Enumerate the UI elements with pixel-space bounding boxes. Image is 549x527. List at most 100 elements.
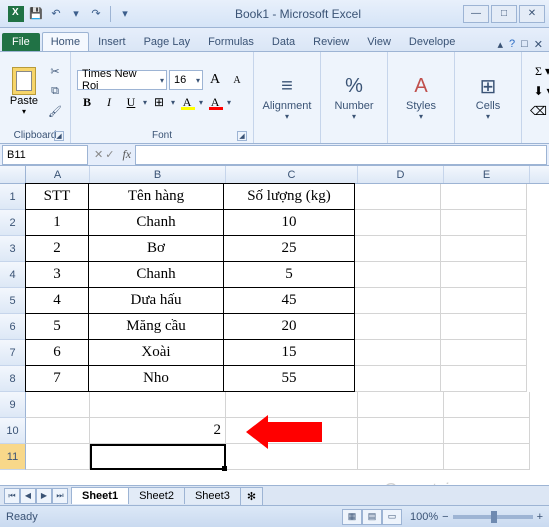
cell[interactable]: STT [25, 183, 89, 210]
cell[interactable]: 6 [25, 339, 89, 366]
alignment-button[interactable]: ≡Alignment▾ [260, 67, 314, 127]
styles-button[interactable]: AStyles▾ [394, 67, 448, 127]
tab-data[interactable]: Data [263, 32, 304, 51]
col-header-c[interactable]: C [226, 166, 358, 183]
cell[interactable]: 55 [223, 365, 355, 392]
paste-button[interactable]: Paste ▾ [6, 61, 42, 121]
number-button[interactable]: %Number▾ [327, 67, 381, 127]
clear-button[interactable]: ⌫ ▾ [528, 101, 549, 121]
cell[interactable] [355, 314, 441, 340]
mdi-close-icon[interactable]: ✕ [534, 38, 543, 51]
cell[interactable] [355, 210, 441, 236]
cell[interactable] [358, 392, 444, 418]
grow-font-button[interactable]: A [205, 70, 225, 90]
select-all[interactable] [0, 166, 26, 183]
autosum-button[interactable]: Σ ▾ [528, 61, 549, 81]
row-header[interactable]: 2 [0, 210, 26, 236]
cell[interactable]: Tên hàng [88, 183, 224, 210]
dialog-launcher[interactable]: ◢ [237, 131, 247, 141]
minimize-button[interactable]: — [463, 5, 489, 23]
qat-customize[interactable]: ▾ [117, 6, 133, 22]
row-header[interactable]: 4 [0, 262, 26, 288]
cell[interactable] [441, 288, 527, 314]
row-header[interactable]: 7 [0, 340, 26, 366]
tab-developer[interactable]: Develope [400, 32, 464, 51]
fill-color-button[interactable]: A [177, 92, 197, 112]
row-header[interactable]: 8 [0, 366, 26, 392]
cell[interactable]: 10 [223, 209, 355, 236]
close-button[interactable]: ✕ [519, 5, 545, 23]
row-header[interactable]: 5 [0, 288, 26, 314]
cell[interactable] [358, 444, 444, 470]
col-header-b[interactable]: B [90, 166, 226, 183]
dropdown-icon[interactable]: ▾ [68, 6, 84, 22]
cell[interactable] [26, 392, 90, 418]
cell[interactable]: 5 [223, 261, 355, 288]
row-header[interactable]: 1 [0, 184, 26, 210]
tab-home[interactable]: Home [42, 32, 89, 51]
cell[interactable] [355, 288, 441, 314]
cell[interactable] [355, 184, 441, 210]
cell[interactable] [355, 366, 441, 392]
cell[interactable]: Nho [88, 365, 224, 392]
cell[interactable]: 45 [223, 287, 355, 314]
save-button[interactable]: 💾 [28, 6, 44, 22]
cell[interactable] [441, 366, 527, 392]
undo-button[interactable]: ↶ [48, 6, 64, 22]
normal-view-button[interactable]: ▦ [342, 509, 362, 525]
tab-nav-last[interactable]: ⏭ [52, 488, 68, 504]
cut-button[interactable]: ✂ [46, 62, 64, 80]
col-header-a[interactable]: A [26, 166, 90, 183]
border-button[interactable]: ⊞ [149, 92, 169, 112]
cell[interactable] [441, 262, 527, 288]
tab-nav-next[interactable]: ▶ [36, 488, 52, 504]
help-icon[interactable]: ? [509, 38, 515, 51]
formula-bar[interactable] [135, 145, 547, 165]
tab-formulas[interactable]: Formulas [199, 32, 263, 51]
row-header[interactable]: 3 [0, 236, 26, 262]
cell[interactable] [358, 418, 444, 444]
format-painter-button[interactable]: 🖌 [46, 102, 64, 120]
cell[interactable]: Chanh [88, 209, 224, 236]
col-header-e[interactable]: E [444, 166, 530, 183]
page-break-view-button[interactable]: ▭ [382, 509, 402, 525]
zoom-in-button[interactable]: + [537, 511, 543, 523]
row-header[interactable]: 11 [0, 444, 26, 470]
cell[interactable]: 20 [223, 313, 355, 340]
cell[interactable] [441, 340, 527, 366]
row-header[interactable]: 9 [0, 392, 26, 418]
shrink-font-button[interactable]: A [227, 70, 247, 90]
cell[interactable]: 15 [223, 339, 355, 366]
cell[interactable]: Chanh [88, 261, 224, 288]
fx-icon[interactable]: fx [118, 147, 135, 162]
minimize-ribbon-icon[interactable]: ▴ [497, 38, 503, 51]
font-name-combo[interactable]: Times New Roi [77, 70, 167, 90]
cell[interactable] [355, 262, 441, 288]
cell[interactable]: 4 [25, 287, 89, 314]
tab-insert[interactable]: Insert [89, 32, 135, 51]
cell[interactable] [444, 418, 530, 444]
cell[interactable]: 3 [25, 261, 89, 288]
fill-button[interactable]: ⬇ ▾ [528, 81, 549, 101]
cells-button[interactable]: ⊞Cells▾ [461, 67, 515, 127]
cell[interactable] [441, 210, 527, 236]
mdi-restore-icon[interactable]: □ [521, 38, 528, 51]
sheet-tab[interactable]: Sheet3 [184, 487, 241, 504]
cell[interactable]: 5 [25, 313, 89, 340]
cell[interactable]: 7 [25, 365, 89, 392]
maximize-button[interactable]: □ [491, 5, 517, 23]
cell[interactable] [444, 444, 530, 470]
zoom-out-button[interactable]: − [442, 511, 448, 523]
tab-nav-first[interactable]: ⏮ [4, 488, 20, 504]
cell[interactable]: Bơ [88, 235, 224, 262]
copy-button[interactable]: ⧉ [46, 82, 64, 100]
cell[interactable] [355, 340, 441, 366]
cell[interactable] [355, 236, 441, 262]
cell[interactable]: 2 [25, 235, 89, 262]
cell[interactable] [26, 444, 90, 470]
row-header[interactable]: 6 [0, 314, 26, 340]
tab-review[interactable]: Review [304, 32, 358, 51]
cell[interactable] [26, 418, 90, 444]
new-sheet-button[interactable]: ✻ [240, 487, 263, 505]
file-tab[interactable]: File [2, 33, 40, 51]
